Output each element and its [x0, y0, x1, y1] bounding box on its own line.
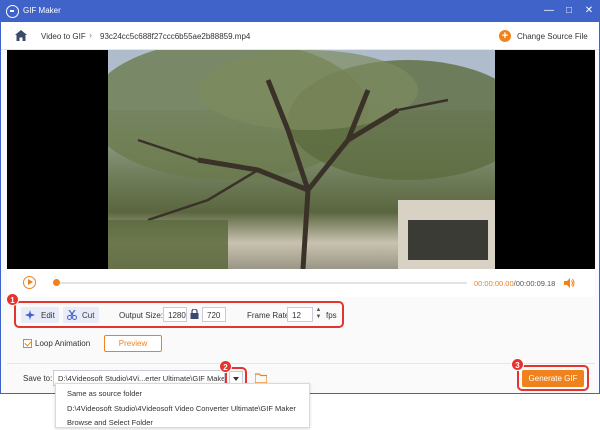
generate-gif-button[interactable]: Generate GIF — [522, 370, 584, 387]
timeline-bar: 00:00:00.00/00:00:09.18 — [7, 269, 595, 297]
time-readout: 00:00:00.00/00:00:09.18 — [474, 279, 556, 288]
chevron-right-icon: › — [89, 30, 92, 40]
save-location-menu: Same as source folder D:\4Videosoft Stud… — [55, 383, 310, 428]
loop-animation-checkbox[interactable] — [23, 339, 32, 348]
change-source-label: Change Source File — [517, 32, 588, 41]
width-field[interactable]: 1280 — [163, 307, 187, 322]
video-frame — [108, 50, 495, 269]
cut-button[interactable]: Cut — [63, 307, 99, 323]
edit-button[interactable]: Edit — [21, 307, 59, 323]
callout-badge-2: 2 — [219, 360, 232, 373]
folder-icon[interactable] — [255, 373, 267, 383]
app-logo-icon — [6, 5, 19, 18]
fps-label: fps — [326, 311, 337, 320]
height-field[interactable]: 720 — [202, 307, 226, 322]
maximize-icon[interactable]: □ — [561, 4, 577, 18]
menu-item-default-folder[interactable]: D:\4Videosoft Studio\4Videosoft Video Co… — [67, 404, 296, 413]
callout-badge-3: 3 — [511, 358, 524, 371]
edit-icon — [25, 310, 35, 320]
minimize-icon[interactable]: — — [541, 4, 557, 18]
seek-handle[interactable] — [53, 279, 60, 286]
window-title: GIF Maker — [23, 6, 61, 15]
preview-button[interactable]: Preview — [104, 335, 162, 352]
video-preview — [7, 50, 595, 269]
close-icon[interactable]: ✕ — [581, 4, 597, 18]
tree-image — [108, 50, 495, 269]
seek-track[interactable] — [57, 282, 467, 284]
callout-badge-1: 1 — [6, 293, 19, 306]
divider — [7, 363, 595, 364]
breadcrumb-bar: Video to GIF › 93c24cc5c688f27ccc6b55ae2… — [1, 22, 599, 50]
lock-icon[interactable] — [190, 309, 199, 319]
output-size-label: Output Size: — [119, 311, 164, 320]
volume-icon[interactable] — [563, 277, 575, 289]
plus-icon: + — [499, 30, 511, 42]
frame-rate-label: Frame Rate: — [247, 311, 292, 320]
scissors-icon — [67, 310, 77, 320]
cut-label: Cut — [82, 311, 95, 320]
frame-rate-field[interactable]: 12 — [287, 307, 313, 322]
breadcrumb-file: 93c24cc5c688f27ccc6b55ae2b88859.mp4 — [100, 32, 251, 41]
breadcrumb-section[interactable]: Video to GIF — [41, 32, 86, 41]
save-to-label: Save to: — [23, 374, 53, 383]
gif-maker-window: GIF Maker — □ ✕ Video to GIF › 93c24cc5c… — [0, 0, 600, 394]
loop-animation-label: Loop Animation — [35, 339, 91, 348]
home-icon[interactable] — [15, 30, 27, 41]
title-bar: GIF Maker — □ ✕ — [1, 1, 599, 22]
menu-item-same-as-source[interactable]: Same as source folder — [67, 389, 142, 398]
menu-item-browse-folder[interactable]: Browse and Select Folder — [67, 418, 153, 427]
edit-label: Edit — [41, 311, 55, 320]
frame-rate-stepper-icon[interactable]: ▲ ▼ — [315, 307, 322, 321]
play-icon[interactable] — [23, 276, 36, 289]
